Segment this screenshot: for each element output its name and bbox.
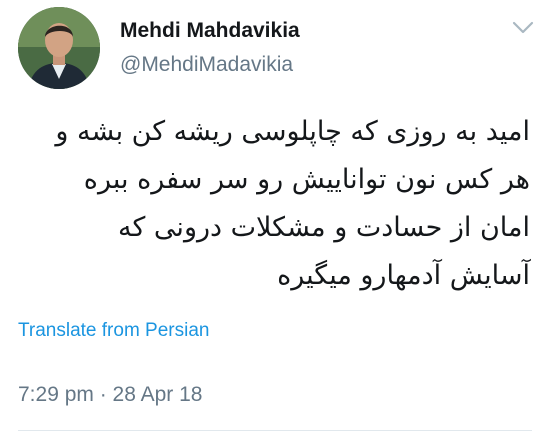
divider xyxy=(18,430,532,431)
tweet-card: Mehdi Mahdavikia @MehdiMadavikia امید به… xyxy=(0,0,550,434)
translate-link[interactable]: Translate from Persian xyxy=(18,320,209,342)
tweet-text-line: امید به روزی که چاپلوسی ریشه کن بشه و xyxy=(55,116,530,147)
tweet-timestamp[interactable]: 7:29 pm · 28 Apr 18 xyxy=(18,383,202,407)
profile-photo-icon xyxy=(18,7,100,89)
chevron-down-icon[interactable] xyxy=(512,20,534,36)
author-display-name[interactable]: Mehdi Mahdavikia xyxy=(120,19,300,43)
avatar[interactable] xyxy=(18,7,100,89)
tweet-text-line: آسایش آدمهارو میگیره xyxy=(277,260,530,291)
tweet-text-line: هر کس نون تواناییش رو سر سفره ببره xyxy=(83,164,530,195)
tweet-text: امید به روزی که چاپلوسی ریشه کن بشه و هر… xyxy=(20,108,530,300)
tweet-text-line: امان از حسادت و مشکلات درونی که xyxy=(118,212,530,243)
author-handle[interactable]: @MehdiMadavikia xyxy=(120,53,293,77)
